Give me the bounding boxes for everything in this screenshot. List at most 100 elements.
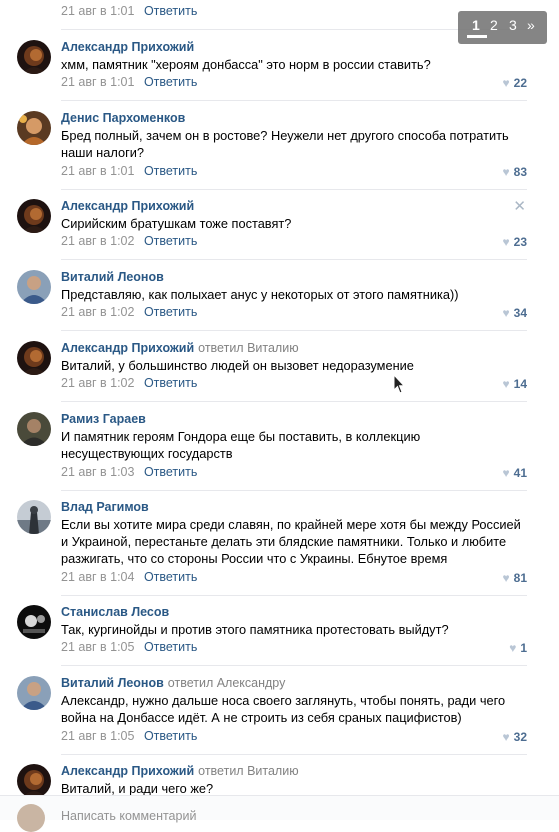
comment-author[interactable]: Рамиз Гараев xyxy=(61,412,146,426)
heart-icon: ♥ xyxy=(502,235,510,249)
like-count: 81 xyxy=(513,571,527,585)
comment-text: Представляю, как полыхает анус у некотор… xyxy=(61,287,459,302)
like-button[interactable]: ♥ 23 xyxy=(503,235,527,249)
reply-link[interactable]: Ответить xyxy=(144,234,197,248)
like-button[interactable]: ♥ 14 xyxy=(503,377,527,391)
comment-text: И памятник героям Гондора еще бы постави… xyxy=(61,429,421,461)
like-button[interactable]: ♥ 1 xyxy=(509,641,527,655)
avatar[interactable] xyxy=(17,500,51,534)
comment-author[interactable]: Виталий Леонов xyxy=(61,270,164,284)
like-button[interactable]: ♥ 32 xyxy=(503,730,527,744)
pagination: 1 2 3 » xyxy=(458,11,547,44)
avatar[interactable] xyxy=(17,764,51,798)
like-count: 22 xyxy=(513,76,527,90)
avatar[interactable] xyxy=(17,111,51,145)
heart-icon: ♥ xyxy=(502,165,510,179)
reply-link[interactable]: Ответить xyxy=(144,305,197,319)
avatar[interactable] xyxy=(17,412,51,446)
comment-meta: 21 авг в 1:05 Ответить xyxy=(61,729,197,743)
avatar[interactable] xyxy=(17,605,51,639)
reply-link[interactable]: Ответить xyxy=(144,75,197,89)
avatar[interactable] xyxy=(17,199,51,233)
like-count: 23 xyxy=(513,235,527,249)
heart-icon: ♥ xyxy=(502,466,510,480)
separator xyxy=(61,189,527,190)
comment-author[interactable]: Александр Прихожий ответил Виталию xyxy=(61,341,299,355)
avatar[interactable] xyxy=(17,676,51,710)
page-2-link[interactable]: 2 xyxy=(490,17,498,33)
comment-meta: 21 авг в 1:04 Ответить xyxy=(61,570,197,584)
comment-author[interactable]: Денис Пархоменков xyxy=(61,111,185,125)
avatar[interactable] xyxy=(17,270,51,304)
comment-time[interactable]: 21 авг в 1:01 xyxy=(61,75,134,89)
separator xyxy=(61,490,527,491)
heart-icon: ♥ xyxy=(502,571,510,585)
reply-link[interactable]: Ответить xyxy=(144,376,197,390)
my-avatar xyxy=(17,804,45,832)
comment-time[interactable]: 21 авг в 1:02 xyxy=(61,234,134,248)
like-button[interactable]: ♥ 83 xyxy=(503,165,527,179)
reply-link[interactable]: Ответить xyxy=(144,570,197,584)
comment-meta: 21 авг в 1:02 Ответить xyxy=(61,376,197,390)
reply-target[interactable]: ответил Виталию xyxy=(198,341,298,355)
reply-link[interactable]: Ответить xyxy=(144,164,197,178)
comment-meta: 21 авг в 1:01 Ответить xyxy=(61,75,197,89)
comment-author[interactable]: Влад Рагимов xyxy=(61,500,149,514)
comment-meta: 21 авг в 1:05 Ответить xyxy=(61,640,197,654)
heart-icon: ♥ xyxy=(509,641,517,655)
comment-meta: 21 авг в 1:01 Ответить xyxy=(61,164,197,178)
reply-link[interactable]: Ответить xyxy=(144,4,197,18)
comment-meta: 21 авг в 1:03 Ответить xyxy=(61,465,197,479)
comment-text: Если вы хотите мира среди славян, по кра… xyxy=(61,517,521,566)
comment-time[interactable]: 21 авг в 1:05 xyxy=(61,729,134,743)
reply-link[interactable]: Ответить xyxy=(144,729,197,743)
like-button[interactable]: ♥ 81 xyxy=(503,571,527,585)
like-count: 83 xyxy=(513,165,527,179)
comment-author[interactable]: Александр Прихожий xyxy=(61,40,194,54)
comment-text: Александр, нужно дальше носа своего загл… xyxy=(61,693,506,725)
comment-text: Бред полный, зачем он в ростове? Неужели… xyxy=(61,128,509,160)
comment-time[interactable]: 21 авг в 1:03 xyxy=(61,465,134,479)
comment-author[interactable]: Станислав Лесов xyxy=(61,605,169,619)
comment-time[interactable]: 21 авг в 1:02 xyxy=(61,305,134,319)
comment-time[interactable]: 21 авг в 1:05 xyxy=(61,640,134,654)
comment-author[interactable]: Александр Прихожий ответил Виталию xyxy=(61,764,299,778)
comment-composer: Написать комментарий xyxy=(0,795,559,832)
comment-meta: 21 авг в 1:02 Ответить xyxy=(61,234,197,248)
comment-time[interactable]: 21 авг в 1:01 xyxy=(61,4,134,18)
page-3-link[interactable]: 3 xyxy=(509,17,517,33)
heart-icon: ♥ xyxy=(502,306,510,320)
separator xyxy=(61,330,527,331)
reply-link[interactable]: Ответить xyxy=(144,640,197,654)
separator xyxy=(61,754,527,755)
like-button[interactable]: ♥ 41 xyxy=(503,466,527,480)
comment-input[interactable]: Написать комментарий xyxy=(61,809,196,823)
reply-target[interactable]: ответил Виталию xyxy=(198,764,298,778)
comment-text: хмм, памятник "хероям донбасса" это норм… xyxy=(61,57,431,72)
comment-author[interactable]: Александр Прихожий xyxy=(61,199,194,213)
close-icon[interactable]: ✕ xyxy=(513,197,526,215)
like-count: 34 xyxy=(513,306,527,320)
separator xyxy=(61,100,527,101)
comment-text: Так, кургинойды и против этого памятника… xyxy=(61,622,449,637)
heart-icon: ♥ xyxy=(502,730,510,744)
mouse-cursor-icon xyxy=(393,374,405,394)
comment-time[interactable]: 21 авг в 1:01 xyxy=(61,164,134,178)
like-button[interactable]: ♥ 34 xyxy=(503,306,527,320)
like-count: 1 xyxy=(520,641,527,655)
comment-author[interactable]: Виталий Леонов ответил Александру xyxy=(61,676,285,690)
separator xyxy=(61,595,527,596)
heart-icon: ♥ xyxy=(502,76,510,90)
like-count: 32 xyxy=(513,730,527,744)
reply-link[interactable]: Ответить xyxy=(144,465,197,479)
comment-meta: 21 авг в 1:01 Ответить xyxy=(61,4,197,18)
like-count: 14 xyxy=(513,377,527,391)
avatar[interactable] xyxy=(17,341,51,375)
comment-time[interactable]: 21 авг в 1:02 xyxy=(61,376,134,390)
like-button[interactable]: ♥ 22 xyxy=(503,76,527,90)
comment-time[interactable]: 21 авг в 1:04 xyxy=(61,570,134,584)
reply-target[interactable]: ответил Александру xyxy=(168,676,286,690)
next-page-link[interactable]: » xyxy=(527,17,535,33)
page-1-link[interactable]: 1 xyxy=(472,17,480,33)
avatar[interactable] xyxy=(17,40,51,74)
